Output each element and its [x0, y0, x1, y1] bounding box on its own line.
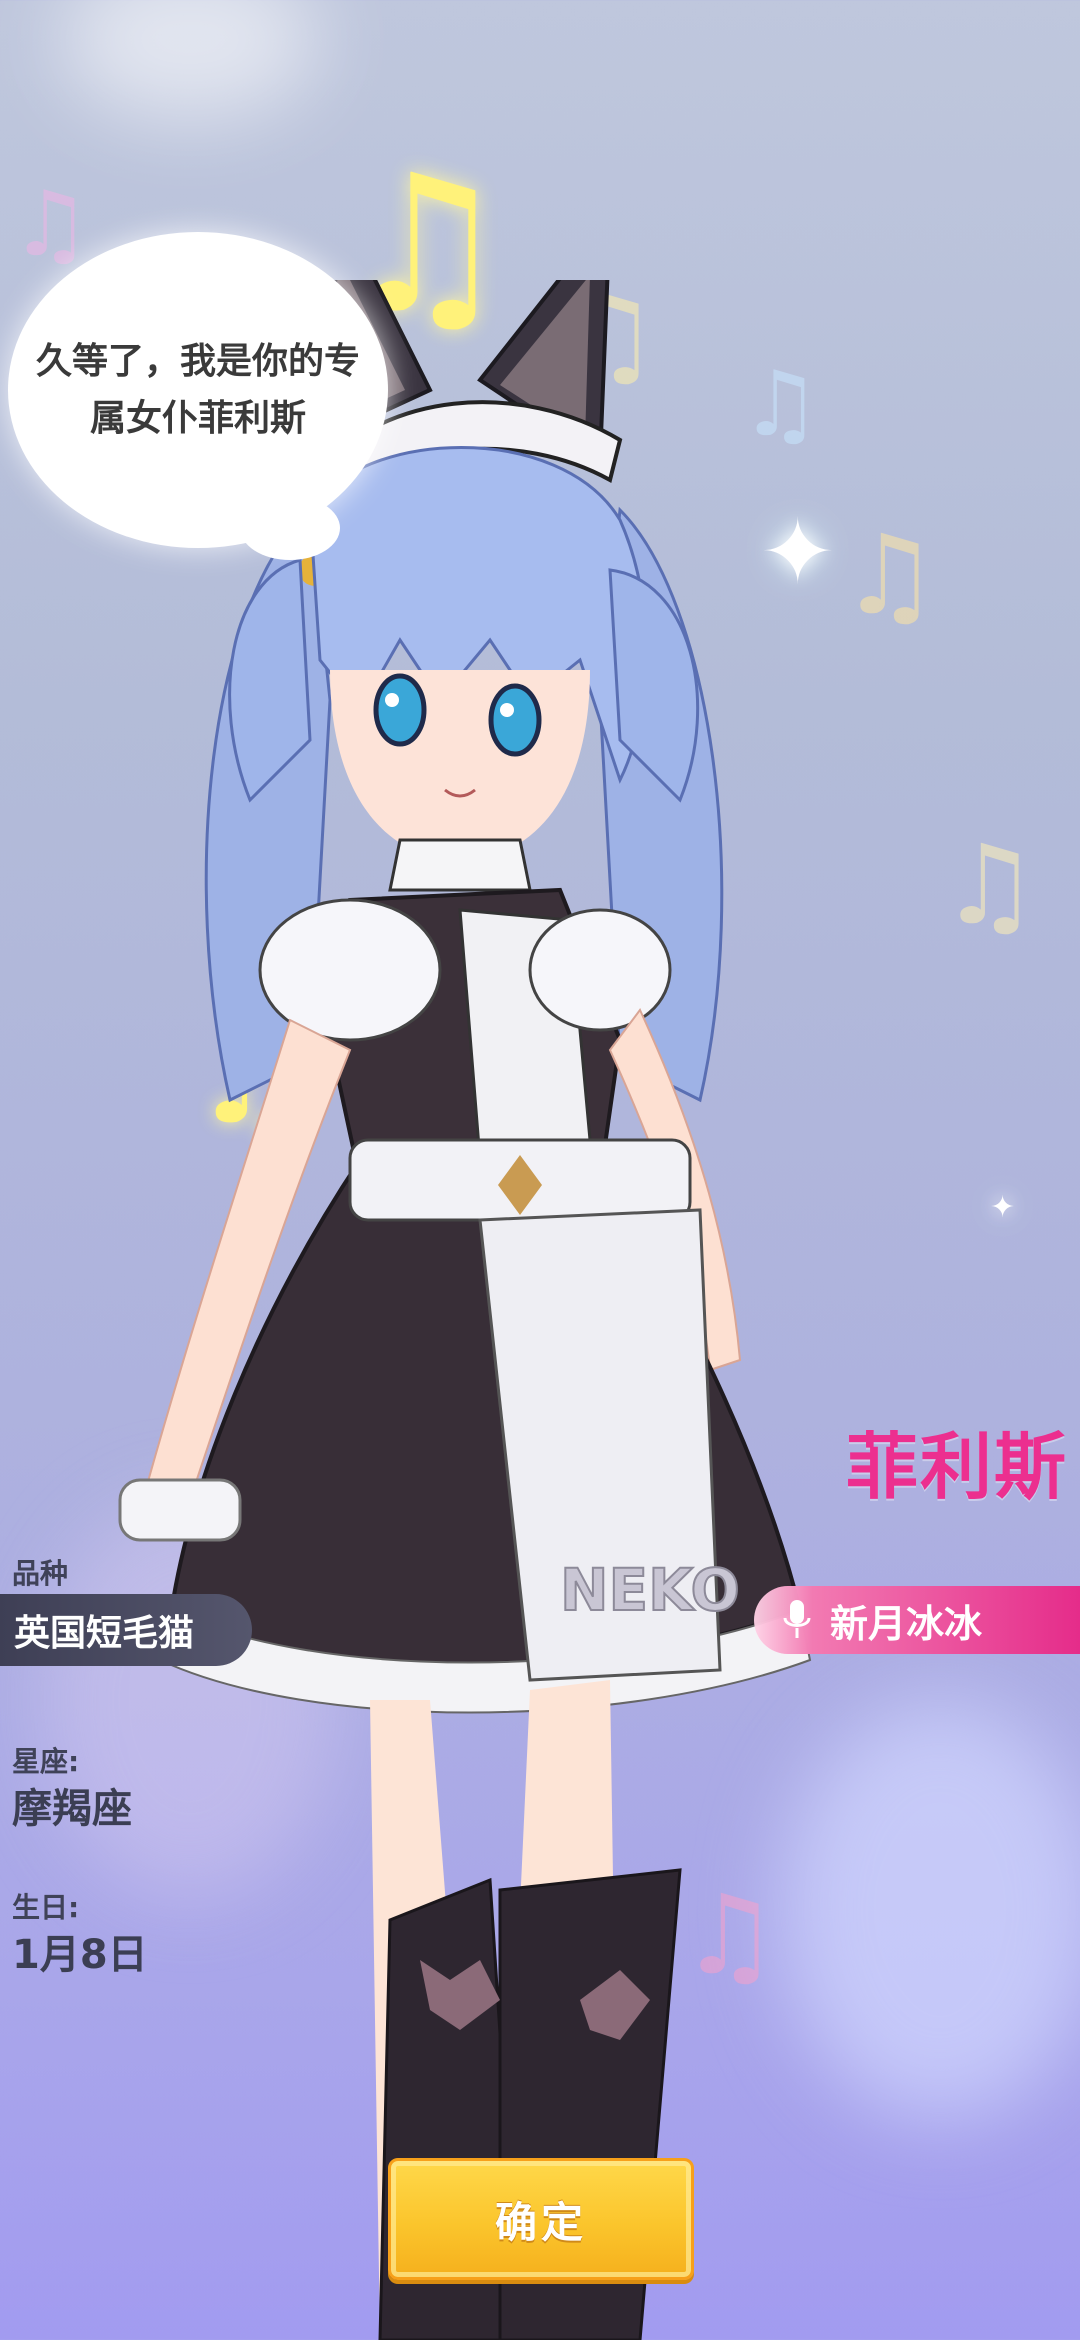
mic-icon	[783, 1600, 811, 1638]
breed-label: 品种	[12, 1557, 69, 1590]
collar	[388, 838, 532, 892]
speech-bubble-tail	[240, 496, 340, 560]
birthday-label: 生日:	[12, 1891, 80, 1924]
confirm-button-label: 确定	[494, 2197, 587, 2247]
music-note-icon: ♫	[940, 821, 1039, 949]
zodiac-label: 星座:	[12, 1745, 80, 1778]
birthday-value: 1月8日	[12, 1932, 148, 1978]
eye-right	[488, 683, 542, 757]
sleeve-right	[528, 908, 672, 1032]
zodiac-value: 摩羯座	[12, 1786, 132, 1832]
confirm-button[interactable]: 确定	[388, 2158, 694, 2280]
eye-left	[373, 673, 427, 747]
character-illustration[interactable]: NEKO	[60, 280, 860, 2340]
breed-badge: 英国短毛猫	[0, 1594, 252, 1666]
music-note-icon: ♫	[10, 172, 91, 277]
sleeve-left	[258, 898, 442, 1042]
background-glow	[60, 0, 320, 120]
wrist-cuff	[118, 1478, 242, 1542]
apron-text: NEKO	[560, 1556, 740, 1624]
voice-actor-badge[interactable]: 新月冰冰	[754, 1586, 1080, 1654]
character-name: 菲利斯	[845, 1425, 1068, 1509]
dialogue-text: 久等了，我是你的专属女仆菲利斯	[35, 341, 360, 439]
face	[330, 670, 590, 860]
breed-value: 英国短毛猫	[14, 1613, 195, 1654]
sparkle-icon: ✦	[990, 1190, 1016, 1225]
speech-bubble: 久等了，我是你的专属女仆菲利斯	[8, 232, 388, 548]
voice-actor-name: 新月冰冰	[830, 1601, 983, 1646]
